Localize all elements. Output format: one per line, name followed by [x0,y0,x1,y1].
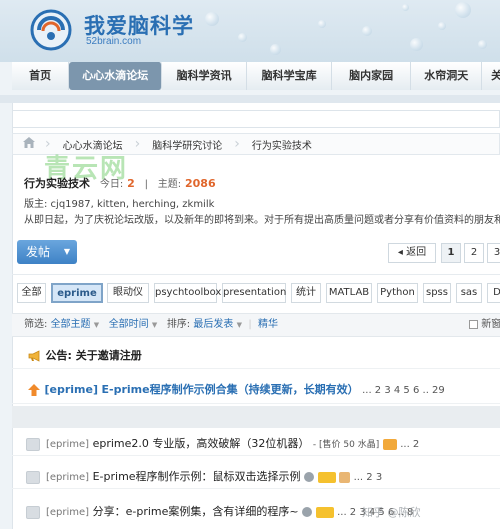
water-drop-decoration [270,44,281,55]
main-nav: 首页 心心水滴论坛 脑科学资讯 脑科学宝库 脑内家园 水帘洞天 关 [12,62,500,90]
new-post-button[interactable]: 发帖 ▼ [17,240,77,264]
caret-down-icon: ▼ [236,321,242,329]
brain-logo-icon[interactable] [30,9,72,51]
nav-item-more[interactable]: 关 [482,62,500,90]
attachment-icon [382,438,397,450]
forum-name: 行为实验技术 [24,177,90,190]
filter-bar: 筛选: 全部主题 ▼ 全部时间 ▼ 排序: 最后发表 ▼ | 精华 新窗 [12,313,500,337]
thread-title[interactable]: E-prime程序制作示例：鼠标双击选择示例 [93,470,301,483]
thread-row[interactable]: [eprime] E-prime程序制作示例：鼠标双击选择示例 ... 2 3 [12,465,500,489]
breadcrumb-current: 行为实验技术 [251,140,312,152]
announcement-text[interactable]: 公告: 关于邀请注册 [46,349,142,362]
hot-badge-icon [317,471,336,483]
filter-featured[interactable]: 精华 [258,319,278,330]
type-eye-tracker[interactable]: 眼动仪 [107,283,149,303]
separator-band [12,406,500,428]
chevron-down-icon: ▼ [63,247,70,256]
page-2-button[interactable]: 2 [464,243,484,263]
corner-watermark: 知乎 @陈欣 [362,506,421,519]
site-domain: 52brain.com [86,36,142,47]
thread-title[interactable]: 分享：e-prime案例集，含有详细的程序~ [93,505,299,518]
water-drop-decoration [205,12,219,26]
thread-tag[interactable]: [eprime] [46,472,89,483]
checkbox-icon[interactable] [469,319,478,329]
water-drop-decoration [318,20,326,28]
nav-divider [0,95,500,103]
thread-tag[interactable]: [eprime] [46,507,89,518]
new-window-toggle[interactable]: 新窗 [469,314,500,336]
stat-separator: | [144,179,148,190]
type-psychtoolbox[interactable]: psychtoolbox [154,283,221,303]
new-window-label: 新窗 [481,319,500,330]
breadcrumb-research[interactable]: 脑科学研究讨论 [140,137,234,152]
divider [12,274,500,275]
type-matlab[interactable]: MATLAB [326,283,372,303]
water-drop-decoration [455,2,471,18]
page-3-button[interactable]: 3 [487,243,500,263]
thread-row[interactable]: [eprime] E-prime程序制作示例合集（持续更新，长期有效） ... … [12,376,500,404]
caret-down-icon: ▼ [93,321,100,329]
thread-pages[interactable]: ... 2 [400,439,419,450]
forum-title: 行为实验技术 今日: 2 | 主题: 2086 [24,175,216,191]
nav-item-library[interactable]: 脑科学宝库 [247,62,333,90]
thread-tag[interactable]: [eprime] [45,383,99,396]
hot-badge-icon [315,506,334,518]
water-drop-decoration [362,26,372,36]
type-statistics[interactable]: 统计 [291,283,321,303]
attachment-clip-icon [304,472,315,482]
search-bar[interactable] [12,110,500,128]
sort-label: 排序: [166,319,191,330]
announcement-row[interactable]: 公告: 关于邀请注册 [12,343,500,369]
thread-tag[interactable]: [eprime] [46,439,89,450]
filter-all-time[interactable]: 全部时间 [109,319,149,330]
nav-item-news[interactable]: 脑科学资讯 [162,62,248,90]
back-button[interactable]: ◂ 返回 [388,243,436,263]
page-1-button[interactable]: 1 [441,243,461,263]
thread-title[interactable]: E-prime程序制作示例合集（持续更新，长期有效） [102,383,359,396]
forum-description: 从即日起，为了庆祝论坛改版，以及新年的即将到来。对于所有提出高质量问题或者分享有… [24,215,500,226]
home-icon[interactable] [13,137,45,151]
water-drop-decoration [478,40,487,49]
today-label: 今日: [99,179,124,190]
today-count: 2 [127,177,135,190]
caret-down-icon: ▼ [151,321,158,329]
site-header: 我爱脑科学 52brain.com [0,0,500,62]
type-eprime[interactable]: eprime [51,283,103,303]
thumbs-up-icon [339,471,351,483]
attachment-clip-icon [302,507,313,517]
nav-item-water-curtain[interactable]: 水帘洞天 [411,62,483,90]
price-tag: - [售价 50 水晶] [312,440,380,450]
type-python[interactable]: Python [377,283,418,303]
filter-label: 筛选: [24,319,48,330]
filter-all-topics[interactable]: 全部主题 [51,319,91,330]
megaphone-icon [28,350,40,362]
nav-item-home-community[interactable]: 脑内家园 [332,62,412,90]
thread-title[interactable]: eprime2.0 专业版，高效破解（32位机器） [93,437,310,450]
type-presentation[interactable]: presentation [222,283,286,303]
type-spss[interactable]: spss [423,283,451,303]
type-more[interactable]: D [487,283,500,303]
nav-item-home[interactable]: 首页 [12,62,70,90]
type-sas[interactable]: sas [456,283,482,303]
new-post-label: 发帖 [26,245,51,259]
thread-row[interactable]: [eprime] 分享：e-prime案例集，含有详细的程序~ ... 2 3 … [12,500,500,524]
sort-last-post[interactable]: 最后发表 [193,319,233,330]
nav-item-forum[interactable]: 心心水滴论坛 [69,62,163,90]
water-drop-decoration [438,22,446,30]
topics-label: 主题: [157,179,182,190]
water-drop-decoration [238,33,247,42]
topics-count: 2086 [185,177,216,190]
moderators: 版主: cjq1987, kitten, herching, zkmilk [24,199,215,210]
type-all[interactable]: 全部 [17,283,46,303]
thread-pages[interactable]: ... 2 3 [354,472,383,483]
pin-up-arrow-icon [28,384,40,396]
water-drop-decoration [410,38,423,51]
water-drop-decoration [402,4,409,11]
thread-pages[interactable]: ... 2 3 4 5 6 .. 29 [362,385,445,396]
thread-row[interactable]: [eprime] eprime2.0 专业版，高效破解（32位机器） - [售价… [12,432,500,456]
